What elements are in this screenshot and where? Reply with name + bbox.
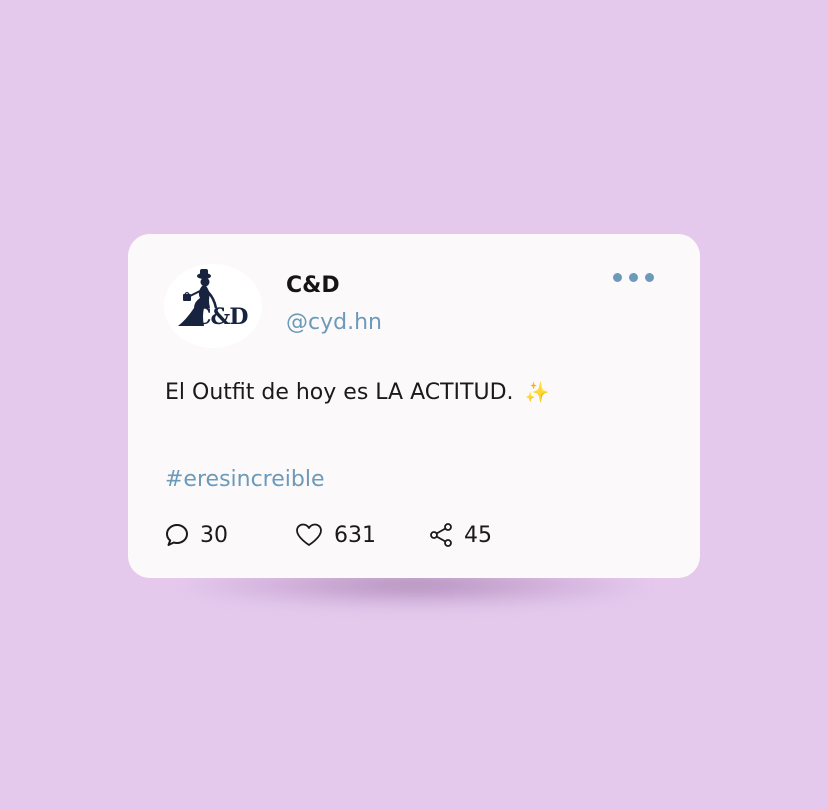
heart-icon xyxy=(296,523,322,546)
reply-button[interactable]: 30 xyxy=(164,520,228,550)
post-card: C&D C&D @cyd.hn El Outfit de hoy es LA A… xyxy=(128,234,700,578)
sparkles-icon: ✨ xyxy=(524,380,550,404)
author-name[interactable]: C&D xyxy=(286,273,340,298)
like-count: 631 xyxy=(334,522,376,548)
post-text-content: El Outfit de hoy es LA ACTITUD. xyxy=(165,380,514,405)
share-button[interactable]: 45 xyxy=(428,520,492,550)
more-dots-icon xyxy=(644,272,654,282)
more-dots-icon xyxy=(612,272,622,282)
comment-bubble-icon xyxy=(166,524,188,546)
avatar[interactable]: C&D xyxy=(164,264,262,348)
reply-count: 30 xyxy=(200,522,228,548)
share-count: 45 xyxy=(464,522,492,548)
share-icon xyxy=(430,523,452,547)
post-text: El Outfit de hoy es LA ACTITUD. ✨ xyxy=(165,380,549,405)
more-options-button[interactable] xyxy=(608,264,658,290)
like-button[interactable]: 631 xyxy=(294,520,376,550)
more-dots-icon xyxy=(628,272,638,282)
avatar-logo-text: C&D xyxy=(194,304,248,330)
hashtag-link[interactable]: #eresincreible xyxy=(165,467,325,492)
author-handle[interactable]: @cyd.hn xyxy=(286,310,382,335)
